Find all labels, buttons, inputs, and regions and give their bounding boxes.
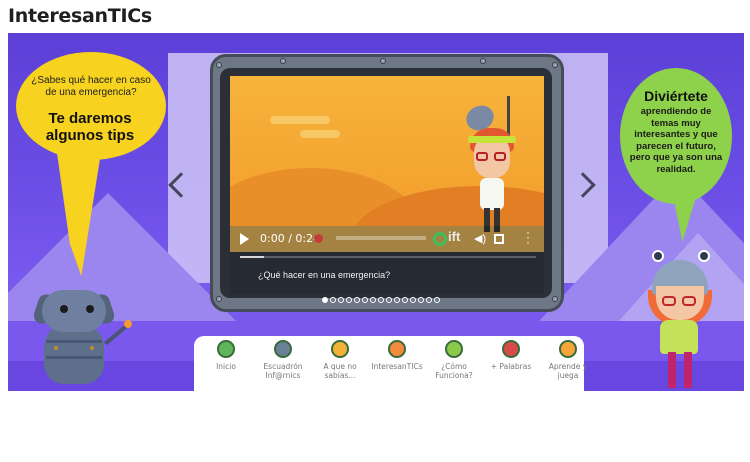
menu-item-label: InteresanTICs: [371, 362, 423, 371]
menu-item[interactable]: Escuadrón Inf@rnics: [255, 340, 311, 380]
carousel-dot[interactable]: [426, 297, 432, 303]
carousel-dot[interactable]: [418, 297, 424, 303]
carousel-dot[interactable]: [370, 297, 376, 303]
game-icon: [559, 340, 577, 358]
dog-rivet: [54, 346, 58, 350]
carousel-dot[interactable]: [362, 297, 368, 303]
bubble-title: Diviértete: [644, 88, 708, 104]
carousel-dot[interactable]: [338, 297, 344, 303]
hero-band: [468, 136, 516, 143]
video-progress-fill: [240, 256, 264, 258]
video-time: 0:00 / 0:24: [260, 232, 321, 245]
emblem-icon: [314, 234, 323, 243]
screw-icon: [216, 62, 222, 68]
kid-leg: [684, 352, 692, 388]
kid-glasses: [662, 296, 676, 306]
menu-item-label: + Palabras: [490, 362, 532, 371]
screw-icon: [280, 58, 286, 64]
page-title: InteresanTICs: [8, 5, 152, 27]
hero-glasses: [476, 152, 488, 161]
play-icon[interactable]: [240, 233, 249, 245]
ift-logo-text: ift: [448, 229, 461, 244]
video-caption: ¿Qué hacer en una emergencia?: [258, 270, 391, 280]
kid-shirt: [660, 320, 698, 354]
dog-rivet: [90, 346, 94, 350]
words-icon: [502, 340, 520, 358]
kid-leg: [668, 352, 676, 388]
cloud: [300, 130, 340, 138]
hero-antenna: [507, 96, 510, 136]
menu-item-label: Escuadrón Inf@rnics: [263, 362, 303, 380]
carousel-dot[interactable]: [410, 297, 416, 303]
squad-icon: [274, 340, 292, 358]
carousel-dot[interactable]: [394, 297, 400, 303]
dog-eye: [86, 305, 94, 313]
dog-eye: [60, 305, 68, 313]
kid-glasses: [682, 296, 696, 306]
carousel-dot[interactable]: [330, 297, 336, 303]
cloud: [270, 116, 330, 124]
kid-antenna: [652, 250, 664, 262]
menu-item-label: A que no sabías...: [323, 362, 357, 380]
menu-item-label: Aprende y juega: [548, 362, 588, 380]
menu-item[interactable]: Aprende y juega: [540, 340, 596, 380]
carousel-dot[interactable]: [354, 297, 360, 303]
fullscreen-icon[interactable]: [494, 234, 504, 244]
gear-icon: [445, 340, 463, 358]
kid-antenna: [698, 250, 710, 262]
home-icon: [217, 340, 235, 358]
dog-head: [42, 290, 106, 332]
interesantics-icon: [388, 340, 406, 358]
carousel-dots: [322, 297, 440, 305]
dog-stripe: [46, 356, 102, 359]
menu-item[interactable]: + Palabras: [483, 340, 539, 371]
hero-glasses: [494, 152, 506, 161]
idea-icon: [331, 340, 349, 358]
more-options-icon[interactable]: · · ·: [526, 226, 530, 248]
screw-icon: [216, 296, 222, 302]
bubble-question: ¿Sabes qué hacer en caso de una emergenc…: [31, 75, 151, 98]
menu-item[interactable]: Inicio: [198, 340, 254, 371]
screw-icon: [480, 58, 486, 64]
carousel-dot[interactable]: [434, 297, 440, 303]
screw-icon: [380, 58, 386, 64]
carousel-dot[interactable]: [386, 297, 392, 303]
menu-item[interactable]: InteresanTICs: [369, 340, 425, 371]
bubble-text: aprendiendo de temas muy interesantes y …: [629, 106, 723, 175]
carousel-dot[interactable]: [402, 297, 408, 303]
carousel-dot[interactable]: [378, 297, 384, 303]
screw-icon: [552, 296, 558, 302]
volume-icon[interactable]: ◀): [474, 232, 488, 245]
dog-tail-tip: [124, 320, 132, 328]
menu-item[interactable]: A que no sabías...: [312, 340, 368, 380]
menu-item[interactable]: ¿Cómo Funciona?: [426, 340, 482, 380]
menu-item-label: ¿Cómo Funciona?: [435, 362, 473, 380]
fine-print: [336, 236, 426, 240]
bubble-tip: Te daremos algunos tips: [45, 110, 135, 144]
hero-body: [480, 178, 504, 210]
ift-logo-icon: [433, 232, 447, 246]
carousel-dot[interactable]: [346, 297, 352, 303]
dog-stripe: [46, 340, 102, 343]
screw-icon: [552, 62, 558, 68]
menu-item-label: Inicio: [216, 362, 236, 371]
carousel-dot[interactable]: [322, 297, 328, 303]
video-progress-track[interactable]: [240, 256, 536, 258]
